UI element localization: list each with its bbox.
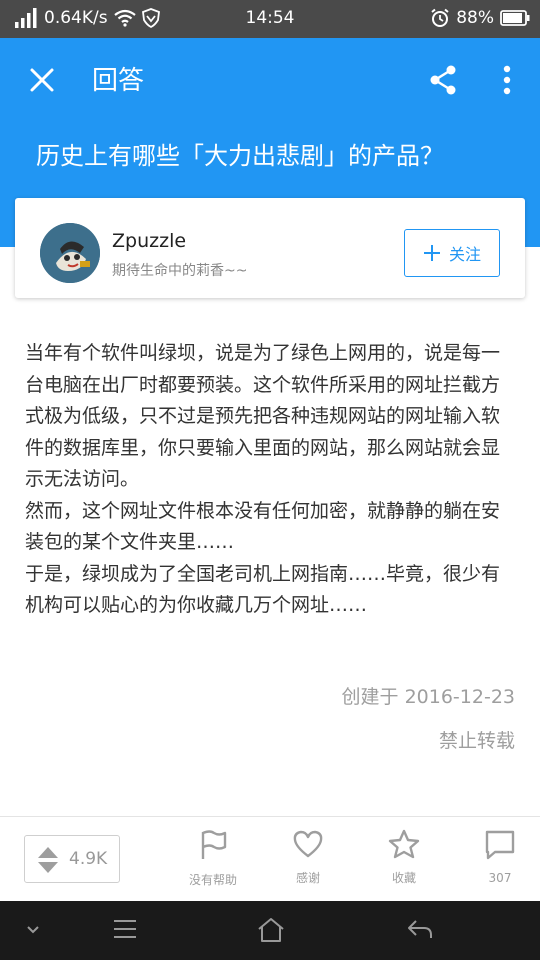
avatar-image [40,223,100,283]
status-bar: 0.64K/s 14:54 88% [0,0,540,38]
home-icon[interactable] [257,917,285,943]
answer-body: 当年有个软件叫绿坝，说是为了绿色上网用的，说是每一台电脑在出厂时都要预装。这个软… [25,338,517,622]
answer-paragraph: 然而，这个网址文件根本没有任何加密，就静静的躺在安装包的某个文件夹里…… [25,499,501,554]
answer-paragraph: 当年有个软件叫绿坝，说是为了绿色上网用的，说是每一台电脑在出厂时都要预装。这个软… [25,342,501,490]
action-bar: 4.9K 没有帮助 感谢 收藏 307 [0,816,540,901]
question-title[interactable]: 历史上有哪些「大力出悲剧」的产品？ [36,136,444,171]
toolbar: 回答 [0,38,540,122]
vote-count: 4.9K [69,849,108,869]
comment-count: 307 [488,871,512,885]
answer-paragraph: 于是，绿坝成为了全国老司机上网指南……毕竟，很少有机构可以贴心的为你收藏几万个网… [25,562,501,617]
share-icon[interactable] [428,64,458,96]
plus-icon [423,245,440,261]
clock: 14:54 [245,8,295,28]
close-icon[interactable] [26,64,58,96]
back-icon[interactable] [406,917,434,941]
unhelpful-label: 没有帮助 [188,873,237,887]
created-date: 创建于 2016-12-23 [341,686,515,708]
author-bio: 期待生命中的莉香~~ [112,263,248,279]
comment-icon [485,830,515,860]
collect-label: 收藏 [391,871,416,885]
star-icon [388,829,420,859]
comment-button[interactable]: 307 [460,829,540,885]
menu-icon[interactable] [112,917,138,941]
more-options-icon[interactable] [496,64,518,96]
follow-button[interactable]: 关注 [404,229,500,277]
battery-icon [500,10,530,26]
copyright-notice: 禁止转载 [438,730,515,752]
vote-arrows-icon [38,847,58,873]
unhelpful-button[interactable]: 没有帮助 [173,829,253,888]
battery-percent: 88% [456,8,494,28]
chevron-down-icon[interactable] [24,923,42,937]
follow-label: 关注 [448,245,481,264]
author-card: Zpuzzle 期待生命中的莉香~~ 关注 [15,198,525,298]
flag-icon [201,830,227,859]
thanks-label: 感谢 [295,871,320,885]
heart-icon [293,830,323,858]
vote-button[interactable]: 4.9K [24,835,120,883]
toolbar-title: 回答 [92,66,145,96]
author-name[interactable]: Zpuzzle [112,230,186,252]
thanks-button[interactable]: 感谢 [268,829,348,886]
collect-button[interactable]: 收藏 [364,829,444,886]
alarm-icon [431,8,449,27]
avatar[interactable] [40,223,100,283]
system-nav-bar [0,901,540,960]
